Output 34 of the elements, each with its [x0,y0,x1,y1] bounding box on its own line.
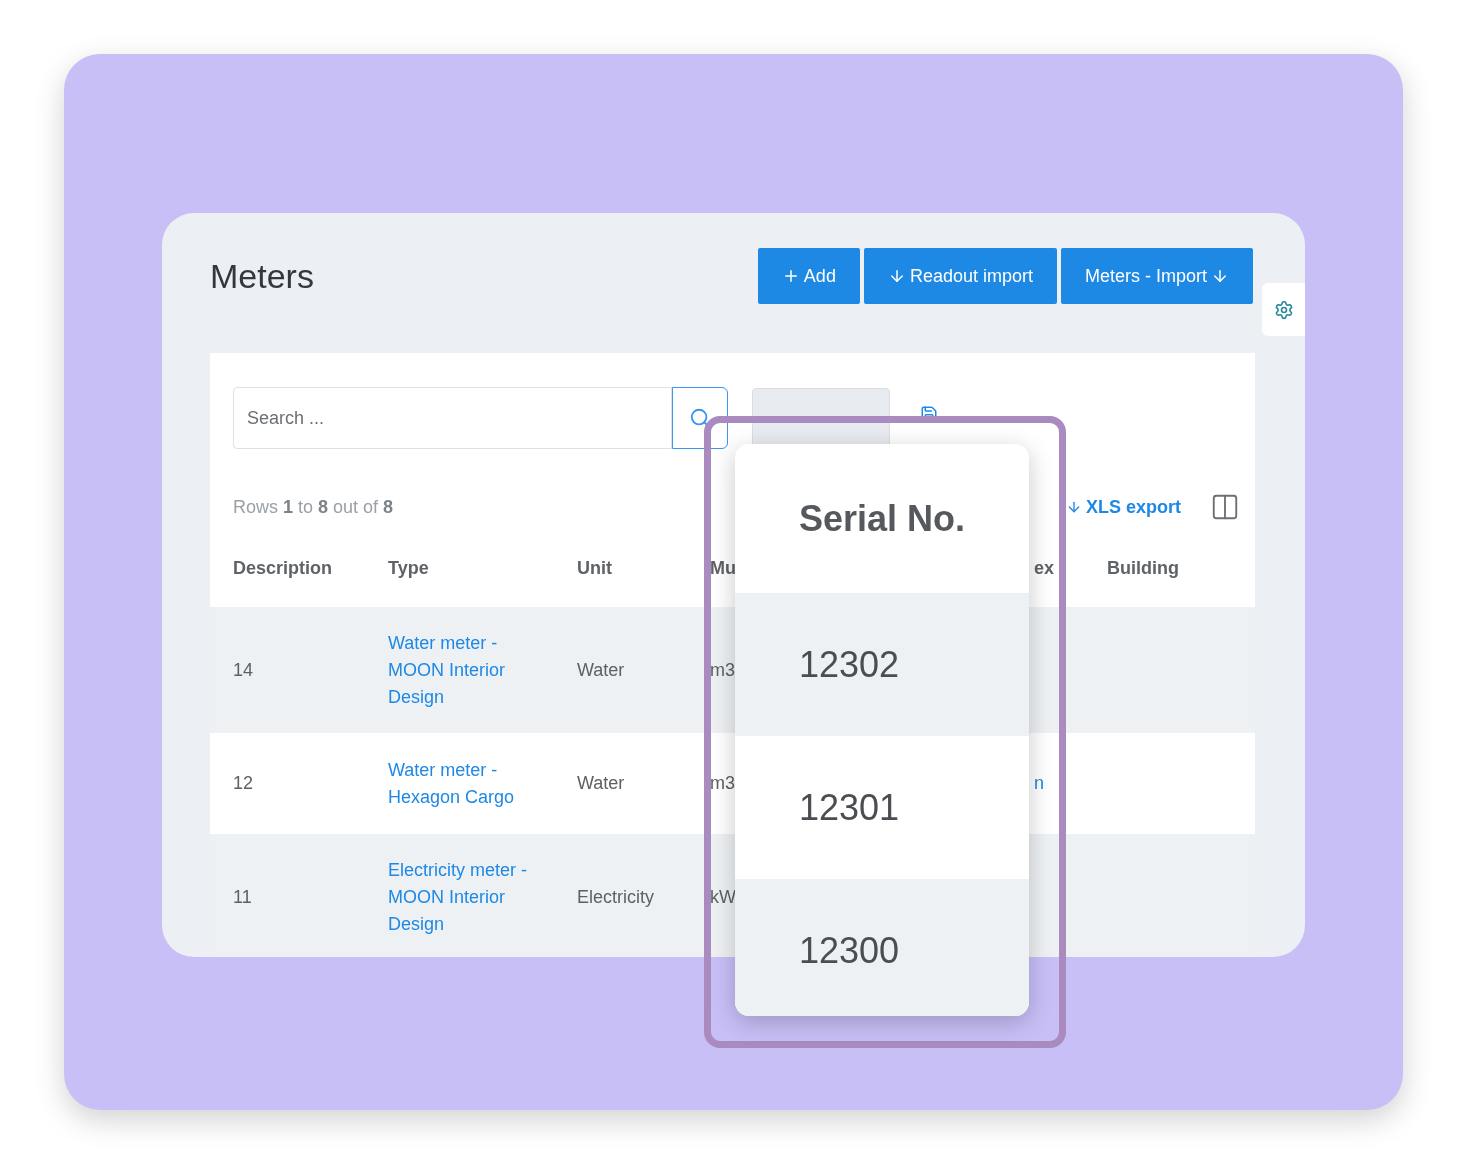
action-button[interactable]: Readout import [863,248,1057,304]
table-cell-text: m3 [710,772,735,795]
table-cell-text: kW [710,885,736,909]
column-header: Unit [577,556,613,580]
settings-button[interactable] [1262,283,1305,336]
meter-type-link[interactable]: Water meter - Hexagon Cargo [388,756,538,811]
serial-cell: 12302 [735,593,1029,736]
table-cell-text: 14 [233,658,254,682]
table-cell-text: Electricity [577,885,654,909]
xls-export-link[interactable]: XLS export [1065,493,1181,521]
action-button[interactable]: Add [757,248,860,304]
settings-icon [1273,299,1294,320]
popup-title: Serial No. [798,496,967,541]
page-title: Meters [210,255,314,297]
column-header: ex [1034,556,1056,580]
table-cell-text: m3 [710,658,735,682]
column-header: Description [233,556,334,580]
table-cell-text: Water [577,772,625,795]
column-header: Mu [710,556,737,580]
rows-summary: Rows 1 to 8 out of 8 [233,495,394,519]
meter-type-link[interactable]: Water meter - MOON Interior Design [388,629,538,711]
column-header: Building [1107,556,1180,580]
action-button[interactable]: Meters - Import [1060,248,1253,304]
meter-type-link[interactable]: Electricity meter - MOON Interior Design [388,856,538,938]
serial-cell: 12301 [735,736,1029,879]
search-button[interactable] [672,387,728,449]
serial-cell: 12300 [735,879,1029,1016]
meter-type-link[interactable]: n [1034,770,1044,797]
arrow-down-icon [1211,267,1229,285]
table-cell-text: 12 [233,772,254,795]
table-cell-text: 11 [233,885,252,909]
column-header: Type [388,556,430,580]
table-cell-text: Water [577,658,625,682]
search-field[interactable]: Search ... [233,387,672,449]
